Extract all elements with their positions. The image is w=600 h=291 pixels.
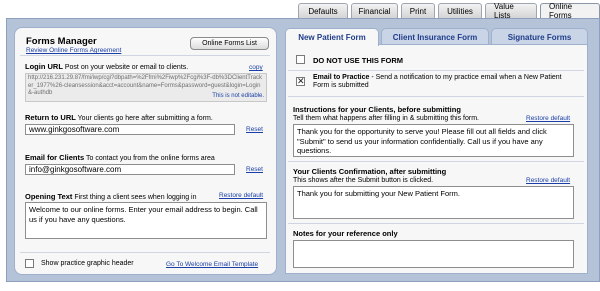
login-url-readonly-field: http://216.231.29.87/fmi/iwp/cgi?dbpath=… — [25, 73, 267, 102]
notes-textarea[interactable] — [293, 240, 574, 268]
copy-login-url-link[interactable]: copy — [249, 64, 263, 71]
confirmation-heading: Your Clients Confirmation, after submitt… — [293, 167, 447, 176]
opening-text-label: Opening Text — [25, 192, 73, 201]
login-url-row: Login URL Post on your website or email … — [25, 62, 188, 71]
do-not-use-label: DO NOT USE THIS FORM — [313, 56, 403, 65]
show-header-label: Show practice graphic header — [41, 260, 134, 267]
email-clients-description: To contact you from the online forms are… — [86, 155, 215, 162]
confirmation-restore-link[interactable]: Restore default — [526, 177, 570, 184]
return-url-input[interactable]: www.ginkgosoftware.com — [25, 124, 235, 135]
tab-value-lists[interactable]: Value Lists — [485, 2, 537, 20]
instructions-restore-link[interactable]: Restore default — [526, 115, 570, 122]
top-tab-bar: Defaults Financial Print Utilities Value… — [295, 2, 600, 20]
confirmation-textarea[interactable]: Thank you for submitting your New Patien… — [293, 186, 574, 219]
not-editable-note: This is not editable. — [212, 92, 264, 99]
email-clients-row: Email for Clients To contact you from th… — [25, 153, 215, 162]
opening-text-textarea[interactable]: Welcome to our online forms. Enter your … — [25, 202, 267, 239]
tab-financial[interactable]: Financial — [351, 3, 398, 18]
divider — [288, 223, 584, 224]
opening-text-row: Opening Text First thing a client sees w… — [25, 192, 197, 201]
do-not-use-checkbox[interactable] — [296, 55, 305, 64]
email-practice-label: Email to Practice — [313, 74, 370, 81]
return-url-row: Return to URL Your clients go here after… — [25, 113, 213, 122]
divider — [288, 70, 584, 71]
instructions-textarea[interactable]: Thank you for the opportunity to serve y… — [293, 124, 574, 157]
show-header-checkbox[interactable] — [25, 259, 34, 268]
notes-heading: Notes for your reference only — [293, 229, 398, 238]
instructions-subtext: Tell them what happens after filling in … — [293, 115, 479, 122]
online-forms-list-button[interactable]: Online Forms List — [190, 37, 269, 50]
tab-online-forms[interactable]: Online Forms — [540, 2, 600, 20]
divider — [288, 96, 584, 97]
return-url-label: Return to URL — [25, 113, 76, 122]
tab-client-insurance-form[interactable]: Client Insurance Form — [381, 28, 489, 45]
opening-text-restore-link[interactable]: Restore default — [219, 192, 263, 199]
email-clients-input[interactable]: info@ginkgosoftware.com — [25, 164, 235, 175]
tab-new-patient-form[interactable]: New Patient Form — [285, 28, 379, 46]
divider — [288, 161, 584, 162]
instructions-heading: Instructions for your Clients, before su… — [293, 105, 461, 114]
tab-utilities[interactable]: Utilities — [438, 3, 482, 18]
divider — [20, 55, 270, 56]
email-clients-reset-link[interactable]: Reset — [246, 166, 263, 173]
review-agreement-link[interactable]: Review Online Forms Agreement — [26, 47, 121, 54]
tab-print[interactable]: Print — [401, 3, 435, 18]
login-url-description: Post on your website or email to clients… — [64, 64, 189, 71]
divider — [20, 252, 270, 253]
confirmation-subtext: This shows after the Submit button is cl… — [293, 177, 434, 184]
return-url-description: Your clients go here after submitting a … — [77, 115, 213, 122]
email-practice-row: Email to Practice - Send a notification … — [313, 74, 563, 90]
return-url-reset-link[interactable]: Reset — [246, 126, 263, 133]
email-practice-checkbox[interactable]: ✕ — [296, 77, 305, 86]
email-clients-label: Email for Clients — [25, 153, 85, 162]
welcome-email-template-link[interactable]: Go To Welcome Email Template — [166, 261, 258, 268]
opening-text-description: First thing a client sees when logging i… — [74, 194, 197, 201]
tab-signature-forms[interactable]: Signature Forms — [491, 28, 588, 45]
panel-title: Forms Manager — [26, 36, 97, 47]
tab-defaults[interactable]: Defaults — [298, 3, 348, 18]
login-url-label: Login URL — [25, 62, 63, 71]
